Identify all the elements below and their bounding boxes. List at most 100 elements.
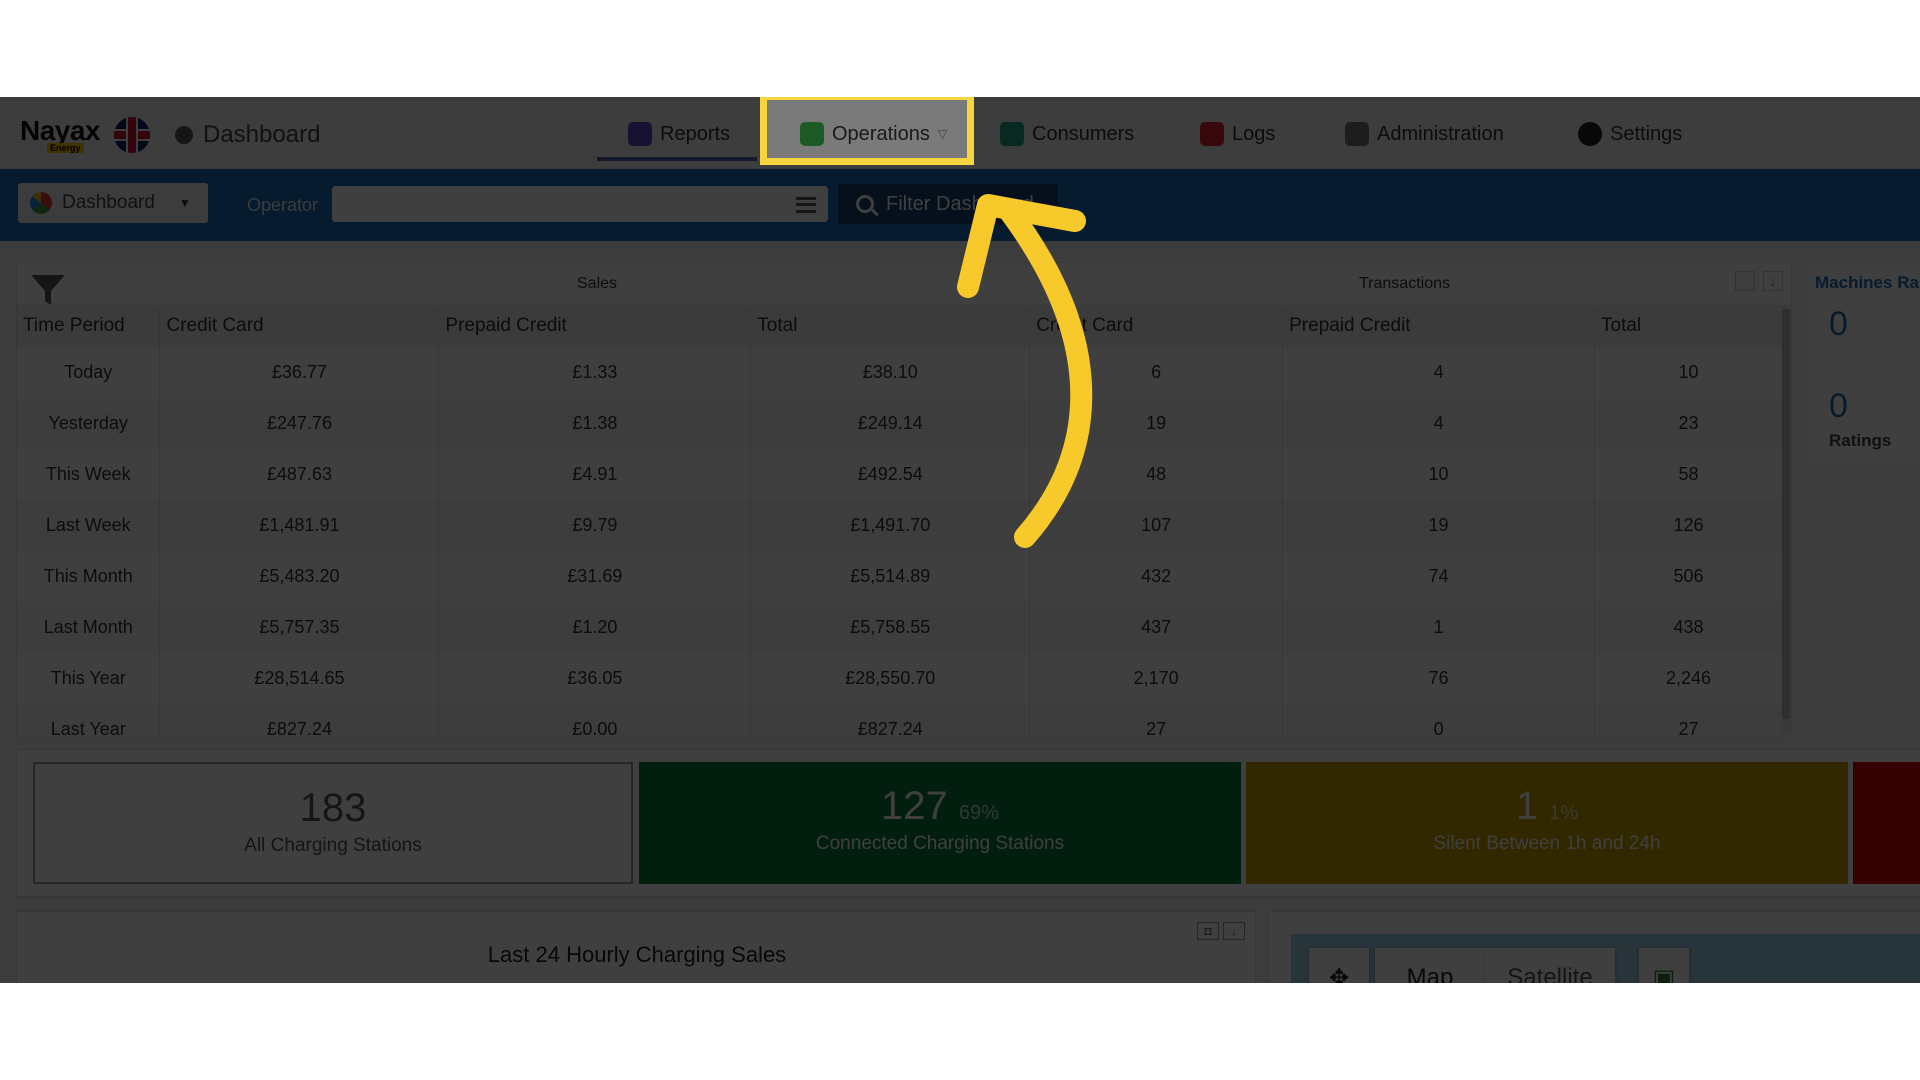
column-header[interactable]: Total xyxy=(1594,305,1783,347)
nav-administration[interactable]: Administration xyxy=(1345,119,1504,149)
table-cell: £827.24 xyxy=(159,704,440,737)
table-cell: £5,483.20 xyxy=(159,551,440,602)
silent-stations-card[interactable]: 1 1% Silent Between 1h and 24h xyxy=(1246,762,1848,884)
list-icon[interactable] xyxy=(796,197,816,213)
table-cell: £5,757.35 xyxy=(159,602,440,653)
nav-consumers-label: Consumers xyxy=(1032,122,1135,145)
all-stations-count: 183 xyxy=(299,786,367,830)
connected-percent: 69% xyxy=(958,802,999,824)
table-cell: £38.10 xyxy=(750,347,1031,398)
connected-stations-card[interactable]: 127 69% Connected Charging Stations xyxy=(639,762,1241,884)
table-row[interactable]: This Week £487.63 £4.91 £492.54 48 10 58 xyxy=(17,449,1783,500)
table-row[interactable]: Last Month £5,757.35 £1.20 £5,758.55 437 1 438 xyxy=(17,602,1783,653)
column-header[interactable]: Credit Card xyxy=(159,305,440,347)
table-cell: £492.54 xyxy=(750,449,1031,500)
column-header[interactable]: Total xyxy=(750,305,1031,347)
chevron-down-icon: ▽ xyxy=(937,127,948,141)
table-cell: 2,246 xyxy=(1594,653,1783,704)
table-cell: £1.33 xyxy=(438,347,752,398)
sales-table-panel: Sales Transactions ↓ Time Period Credit … xyxy=(16,262,1792,738)
table-cell: £827.24 xyxy=(750,704,1031,737)
administration-icon xyxy=(1345,122,1369,146)
group-header-sales: Sales xyxy=(577,275,618,292)
table-row[interactable]: This Year £28,514.65 £36.05 £28,550.70 2,170… xyxy=(17,653,1783,704)
table-cell: 1 xyxy=(1282,602,1596,653)
table-row[interactable]: Last Week £1,481.91 £9.79 £1,491.70 107 19 126 xyxy=(17,500,1783,551)
nav-consumers[interactable]: Consumers xyxy=(1000,119,1134,149)
table-cell: 432 xyxy=(1029,551,1284,602)
table-cell: 23 xyxy=(1594,398,1783,449)
table-row[interactable]: Last Year £827.24 £0.00 £827.24 27 0 27 xyxy=(17,704,1783,737)
dashboard-dropdown[interactable]: Dashboard ▼ xyxy=(18,183,208,223)
satellite-button[interactable]: Satellite xyxy=(1485,948,1615,983)
time-period-cell: This Month xyxy=(17,551,161,602)
table-cell: 10 xyxy=(1594,347,1783,398)
ratings-label: Ratings xyxy=(1829,431,1892,450)
table-cell: 19 xyxy=(1282,500,1596,551)
table-cell: £1,481.91 xyxy=(159,500,440,551)
table-cell: 438 xyxy=(1594,602,1783,653)
table-cell: 0 xyxy=(1282,704,1596,737)
nav-settings[interactable]: Settings xyxy=(1578,119,1682,149)
table-cell: 27 xyxy=(1029,704,1284,737)
connected-count-value: 127 xyxy=(881,784,948,828)
machines-rating-panel: Machines Ra 0 0 Ratings xyxy=(1806,262,1920,466)
chart-title: Last 24 Hourly Charging Sales xyxy=(487,942,787,967)
offline-stations-card[interactable] xyxy=(1853,762,1920,884)
table-row[interactable]: This Month £5,483.20 £31.69 £5,514.89 432 74 5… xyxy=(17,551,1783,602)
table-cell: 4 xyxy=(1282,398,1596,449)
table-cell: 4 xyxy=(1282,347,1596,398)
move-icon[interactable]: ✥ xyxy=(1309,948,1369,983)
table-cell: 506 xyxy=(1594,551,1783,602)
nav-operations[interactable]: Operations ▽ xyxy=(800,119,947,149)
silent-stations-count: 1 1% xyxy=(1246,784,1848,829)
column-header[interactable]: Credit Card xyxy=(1029,305,1284,347)
app-window: Nayax Energy Dashboard Reports Operation… xyxy=(0,97,1920,983)
nav-logs-label: Logs xyxy=(1232,122,1276,145)
column-header[interactable]: Prepaid Credit xyxy=(1282,305,1596,347)
reports-icon xyxy=(628,122,652,146)
table-cell: 437 xyxy=(1029,602,1284,653)
connected-stations-label: Connected Charging Stations xyxy=(815,833,1065,854)
all-stations-label: All Charging Stations xyxy=(244,835,422,856)
filter-funnel-icon[interactable] xyxy=(29,271,67,309)
operator-input[interactable] xyxy=(332,186,828,222)
table-row[interactable]: Today £36.77 £1.33 £38.10 6 4 10 xyxy=(17,347,1783,398)
table-cell: £5,758.55 xyxy=(750,602,1031,653)
all-charging-stations-card[interactable]: 183 All Charging Stations xyxy=(33,762,633,884)
table-cell: £28,514.65 xyxy=(159,653,440,704)
table-cell: £0.00 xyxy=(438,704,752,737)
filter-dashboard-button[interactable]: Filter Dashboard xyxy=(838,184,1058,224)
column-header[interactable]: Prepaid Credit xyxy=(438,305,752,347)
silent-percent: 1% xyxy=(1549,802,1579,824)
uk-flag-icon[interactable] xyxy=(114,117,150,153)
filter-dashboard-label: Filter Dashboard xyxy=(886,192,1034,215)
table-scrollbar-thumb[interactable] xyxy=(1782,309,1790,719)
time-period-cell: This Week xyxy=(17,449,161,500)
search-icon xyxy=(856,195,874,213)
column-header[interactable]: Time Period xyxy=(17,305,161,347)
gear-icon xyxy=(1578,122,1602,146)
download-icon[interactable]: ↓ xyxy=(1223,922,1245,940)
download-icon[interactable]: ↓ xyxy=(1763,271,1783,291)
operator-label: Operator xyxy=(247,195,319,215)
expand-icon[interactable] xyxy=(1735,271,1755,291)
table-header-row: Time Period Credit Card Prepaid Credit T… xyxy=(17,305,1783,347)
table-cell: £4.91 xyxy=(438,449,752,500)
map-button[interactable]: Map xyxy=(1375,948,1485,983)
top-navigation: Nayax Energy Dashboard Reports Operation… xyxy=(0,97,1920,169)
table-cell: £1,491.70 xyxy=(750,500,1031,551)
caret-down-icon: ▼ xyxy=(178,196,191,210)
page-title: Dashboard xyxy=(203,121,321,148)
silent-stations-label: Silent Between 1h and 24h xyxy=(1433,833,1661,854)
table-row[interactable]: Yesterday £247.76 £1.38 £249.14 19 4 23 xyxy=(17,398,1783,449)
energy-badge: Energy xyxy=(47,143,84,153)
save-icon[interactable]: ▣ xyxy=(1639,948,1689,983)
table-cell: £9.79 xyxy=(438,500,752,551)
nav-reports[interactable]: Reports xyxy=(628,119,730,149)
nav-logs[interactable]: Logs xyxy=(1200,119,1275,149)
time-period-cell: Last Month xyxy=(17,602,161,653)
camera-icon[interactable]: ◘ xyxy=(1197,922,1219,940)
hourly-sales-chart-panel: Last 24 Hourly Charging Sales ◘ ↓ xyxy=(16,911,1256,983)
time-period-cell: Yesterday xyxy=(17,398,161,449)
